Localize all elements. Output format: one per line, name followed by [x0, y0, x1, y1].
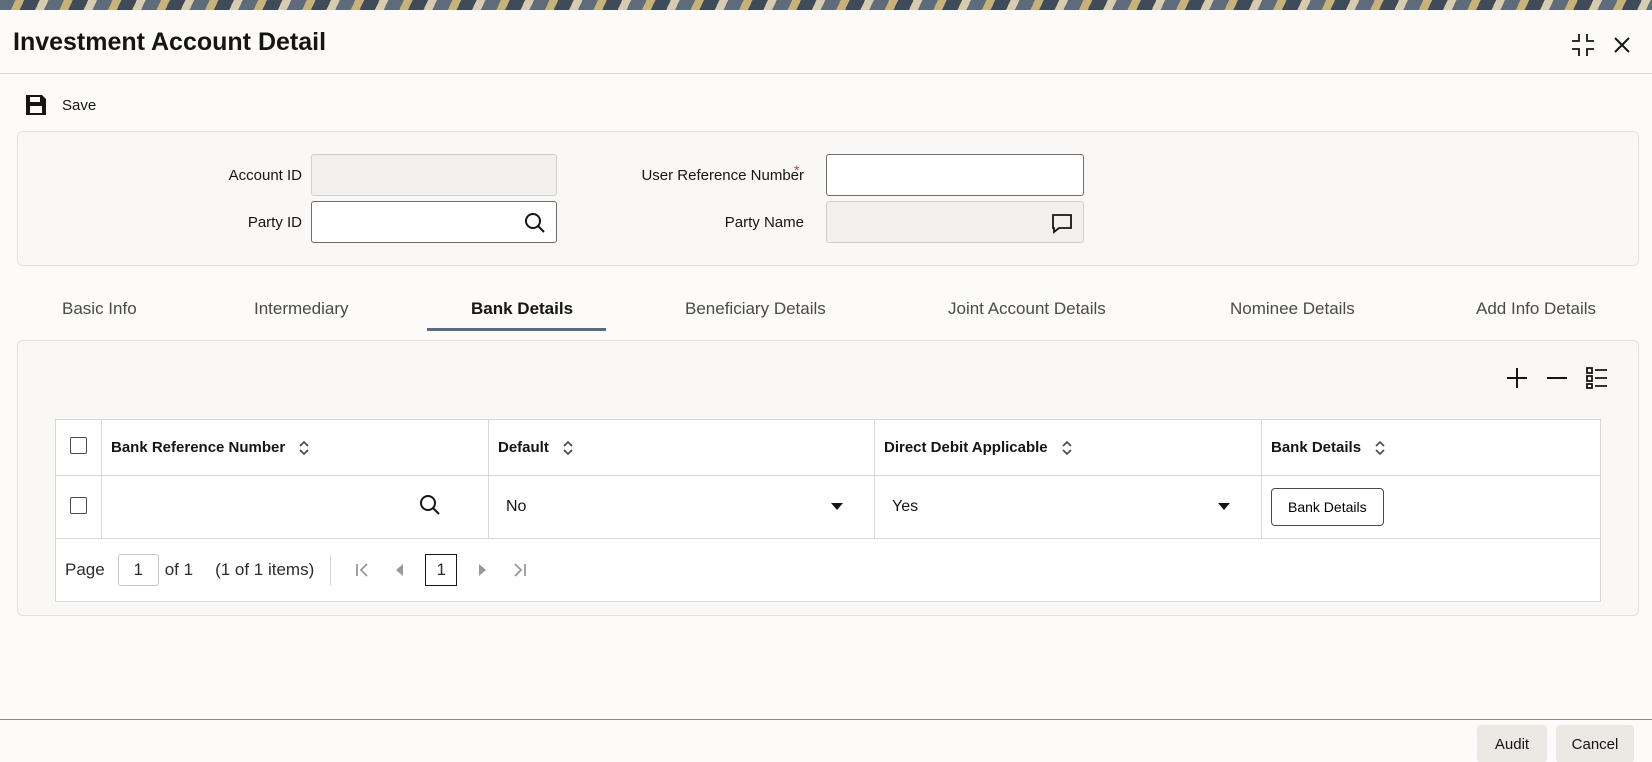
- top-banner-strip: [0, 0, 1652, 10]
- audit-button[interactable]: Audit: [1477, 725, 1547, 762]
- party-id-label: Party ID: [247, 214, 302, 231]
- page-number-input[interactable]: 1: [117, 554, 159, 586]
- tab-add-info-details[interactable]: Add Info Details: [1476, 288, 1596, 340]
- party-name-input[interactable]: [827, 202, 1083, 242]
- col-default[interactable]: Default: [488, 419, 875, 476]
- tab-beneficiary-details[interactable]: Beneficiary Details: [685, 288, 826, 340]
- party-name-field[interactable]: [826, 201, 1084, 243]
- bank-ref-search-button[interactable]: [419, 494, 441, 520]
- bank-details-button[interactable]: Bank Details: [1271, 488, 1384, 526]
- col-bank-reference-number[interactable]: Bank Reference Number: [101, 419, 489, 476]
- col-bank-reference-number-label: Bank Reference Number: [111, 439, 286, 456]
- maximize-button[interactable]: [1568, 30, 1598, 60]
- page-title: Investment Account Detail: [13, 28, 327, 56]
- row-checkbox[interactable]: [70, 496, 87, 514]
- header-form-panel: Account ID Party ID User Reference Numbe…: [17, 131, 1639, 266]
- col-direct-debit-applicable-label: Direct Debit Applicable: [884, 439, 1048, 456]
- list-icon: [1586, 367, 1607, 389]
- collapse-icon: [1572, 34, 1594, 56]
- footer-divider: [0, 719, 1652, 720]
- save-button[interactable]: Save: [24, 90, 96, 120]
- previous-page-icon: [396, 564, 404, 576]
- direct-debit-select[interactable]: Yes: [874, 475, 1262, 539]
- first-page-button[interactable]: [349, 557, 375, 583]
- select-all-cell: [55, 419, 102, 476]
- col-direct-debit-applicable[interactable]: Direct Debit Applicable: [874, 419, 1262, 476]
- next-page-button[interactable]: [469, 557, 495, 583]
- user-ref-input[interactable]: [827, 155, 1083, 195]
- user-ref-field[interactable]: [826, 154, 1084, 196]
- select-all-checkbox[interactable]: [70, 437, 87, 454]
- pagination: Page 1 of 1 (1 of 1 items) 1: [65, 554, 1591, 586]
- table-header-row: Bank Reference Number Default Direct Deb…: [55, 419, 1601, 476]
- close-button[interactable]: [1607, 30, 1637, 60]
- plus-icon: [1507, 368, 1527, 388]
- account-id-field[interactable]: [311, 154, 557, 196]
- next-page-icon: [479, 564, 487, 576]
- party-id-search-button[interactable]: [524, 212, 546, 234]
- last-page-icon: [514, 563, 527, 577]
- col-bank-details[interactable]: Bank Details: [1261, 419, 1601, 476]
- default-select[interactable]: No: [488, 475, 875, 539]
- pagination-cell: Page 1 of 1 (1 of 1 items) 1: [55, 538, 1601, 602]
- tab-intermediary[interactable]: Intermediary: [254, 288, 348, 340]
- row-select-cell: [55, 475, 102, 539]
- save-icon: [26, 95, 46, 115]
- tab-joint-account-details[interactable]: Joint Account Details: [948, 288, 1106, 340]
- tab-basic-info[interactable]: Basic Info: [62, 288, 137, 340]
- party-name-label: Party Name: [724, 214, 804, 231]
- header-divider: [0, 73, 1652, 74]
- party-name-comment-button[interactable]: [1051, 212, 1073, 234]
- direct-debit-select-value: Yes: [892, 498, 919, 515]
- comment-icon: [1052, 214, 1072, 234]
- default-select-value: No: [506, 498, 527, 515]
- required-marker: *: [794, 162, 800, 178]
- account-id-input[interactable]: [312, 155, 556, 195]
- sort-icon: [299, 441, 309, 456]
- bank-details-panel: Bank Reference Number Default Direct Deb…: [17, 340, 1639, 616]
- previous-page-button[interactable]: [387, 557, 413, 583]
- investment-account-window: Investment Account Detail Save Account I…: [0, 10, 1652, 762]
- pagination-divider: [330, 555, 332, 585]
- pagination-row: Page 1 of 1 (1 of 1 items) 1: [55, 538, 1601, 602]
- close-icon: [1614, 37, 1630, 53]
- account-id-label: Account ID: [228, 167, 302, 184]
- cancel-button[interactable]: Cancel: [1556, 725, 1634, 762]
- search-icon: [525, 213, 545, 233]
- bank-details-cell: Bank Details: [1261, 475, 1601, 539]
- sort-icon: [1062, 441, 1072, 456]
- current-page-button[interactable]: 1: [425, 554, 458, 586]
- grid-toolbar: [1504, 365, 1610, 391]
- tab-bar: Basic Info Intermediary Bank Details Ben…: [0, 288, 1652, 340]
- save-label: Save: [62, 96, 97, 114]
- sort-icon: [1375, 441, 1385, 456]
- delete-row-button[interactable]: [1544, 365, 1570, 391]
- sort-icon: [563, 441, 573, 456]
- table-row: No Yes Bank Details: [55, 475, 1601, 539]
- page-of-label: of 1: [164, 560, 194, 579]
- user-ref-label: User Reference Number: [641, 167, 804, 184]
- dropdown-arrow-icon: [831, 503, 843, 510]
- last-page-button[interactable]: [507, 557, 533, 583]
- tab-bank-details[interactable]: Bank Details: [471, 288, 573, 340]
- col-bank-details-label: Bank Details: [1271, 439, 1362, 456]
- items-count-label: (1 of 1 items): [215, 560, 315, 579]
- search-icon: [420, 495, 440, 515]
- party-id-input[interactable]: [312, 202, 556, 242]
- page-label: Page: [65, 560, 105, 579]
- dropdown-arrow-icon: [1218, 503, 1230, 510]
- bank-details-table: Bank Reference Number Default Direct Deb…: [55, 419, 1601, 602]
- party-id-field[interactable]: [311, 201, 557, 243]
- tab-nominee-details[interactable]: Nominee Details: [1230, 288, 1355, 340]
- minus-icon: [1547, 377, 1567, 379]
- first-page-icon: [356, 563, 368, 577]
- col-default-label: Default: [498, 439, 549, 456]
- active-tab-indicator: [427, 328, 606, 331]
- column-settings-button[interactable]: [1584, 365, 1610, 391]
- add-row-button[interactable]: [1504, 365, 1530, 391]
- bank-ref-cell[interactable]: [101, 475, 489, 539]
